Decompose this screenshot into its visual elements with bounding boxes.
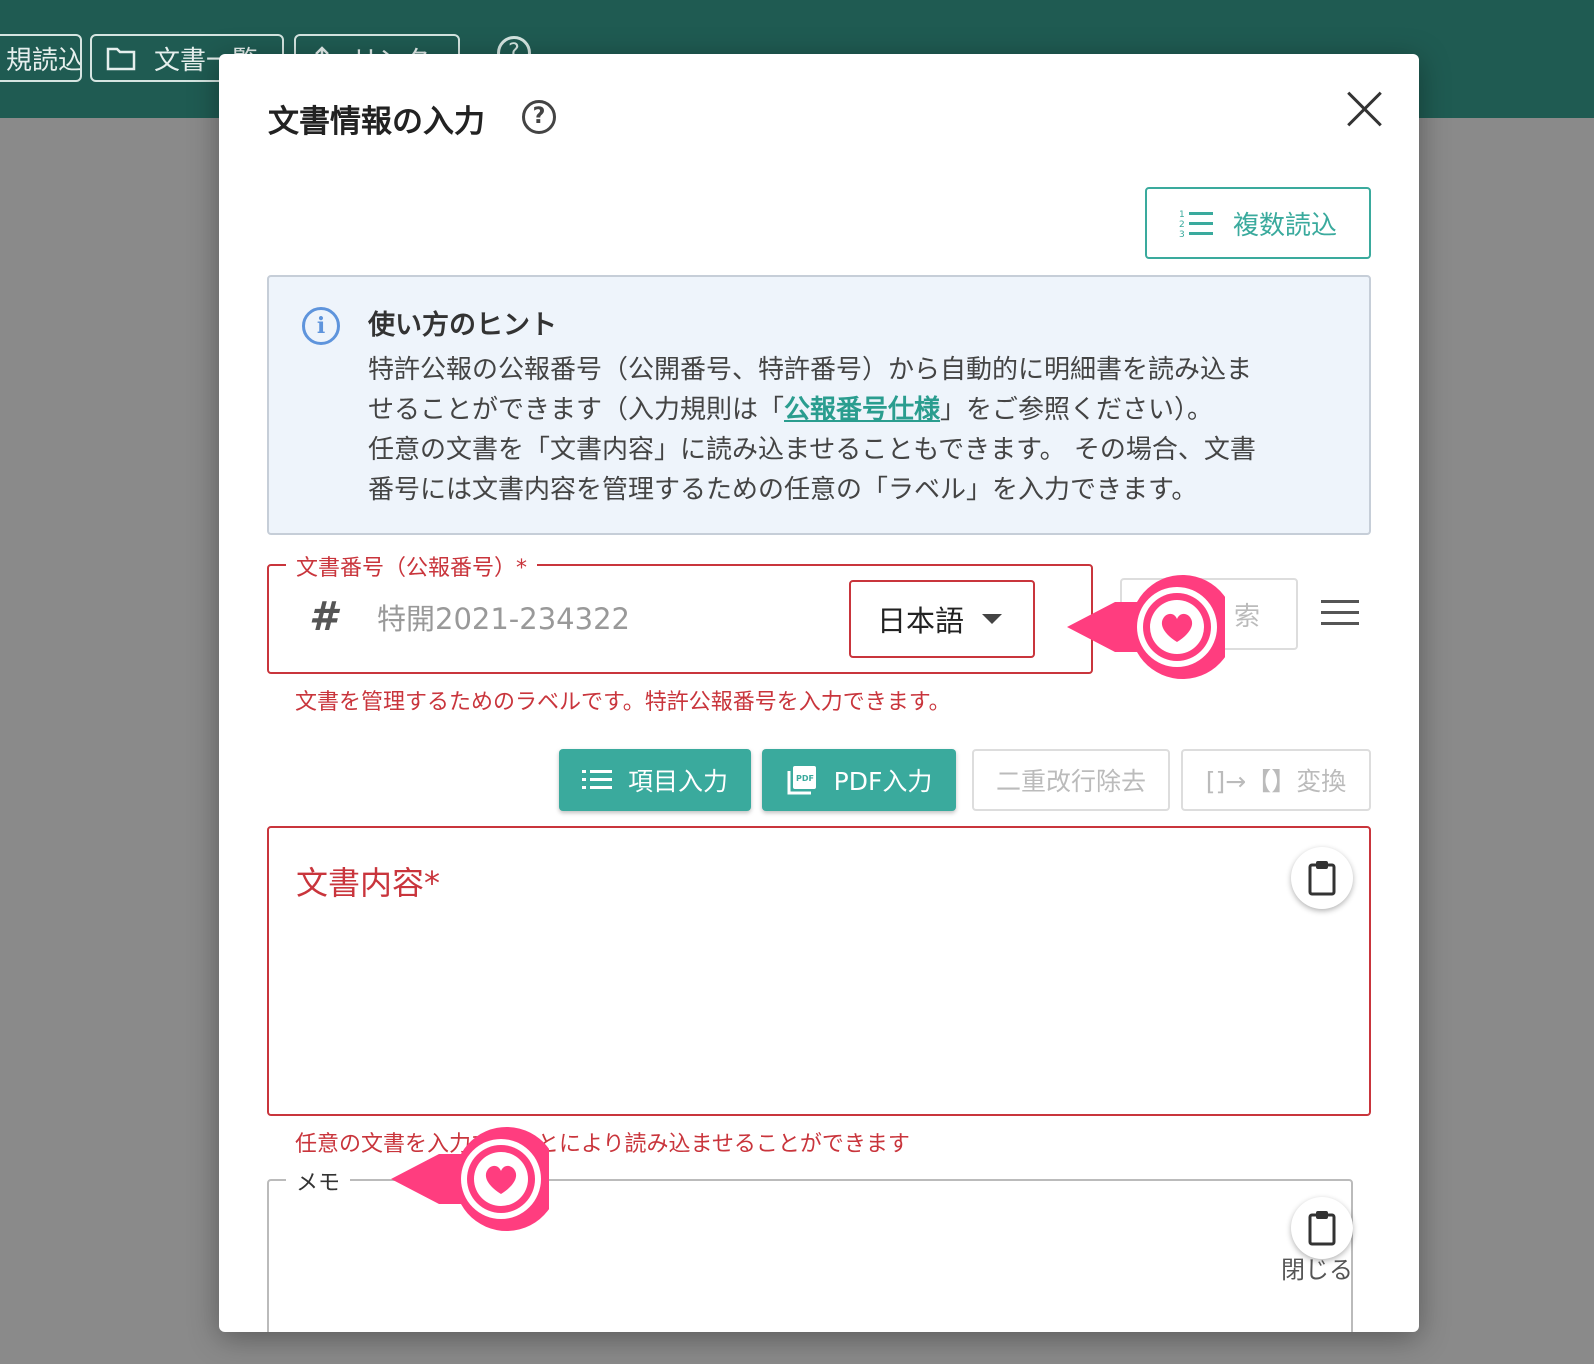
dialog-title: 文書情報の入力 [268,104,485,140]
list-icon [581,770,612,789]
pdf-icon: PDF [787,766,816,795]
hint-title: 使い方のヒント [368,310,557,341]
info-icon: i [302,307,340,345]
bg-load-label: 規読込 [6,45,82,76]
hint-text: せることができます（入力規則は「 [368,395,785,425]
close-button[interactable]: 閉じる [1281,1250,1353,1285]
heart-marker-icon [391,1127,549,1231]
bg-load-button[interactable]: 規読込 [0,34,82,82]
language-select[interactable]: 日本語 [849,580,1035,658]
doc-number-input[interactable] [377,594,837,644]
doc-number-field: 文書番号（公報番号）* # 日本語 [267,550,1093,674]
hint-body: 特許公報の公報番号（公開番号、特許番号）から自動的に明細書を読み込ま せることが… [368,350,1338,510]
remove-double-newline-label: 二重改行除去 [995,767,1146,796]
search-label: 索 [1233,601,1260,632]
hint-panel: i 使い方のヒント 特許公報の公報番号（公開番号、特許番号）から自動的に明細書を… [267,275,1371,535]
hint-line: 番号には文書内容を管理するための任意の「ラベル」を入力できます。 [368,475,1198,505]
content-label: 文書内容* [296,864,441,902]
remove-double-newline-button[interactable]: 二重改行除去 [972,749,1170,811]
folder-icon [106,47,136,71]
menu-icon[interactable] [1321,600,1359,626]
pdf-input-label: PDF入力 [833,767,933,796]
doc-number-helper: 文書を管理するためのラベルです。特許公報番号を入力できます。 [295,690,951,715]
svg-text:1: 1 [1179,210,1185,220]
heart-marker-icon [1067,575,1225,679]
doc-number-legend: 文書番号（公報番号）* [286,550,538,582]
hint-line: せることができます（入力規則は「公報番号仕様」をご参照ください）。 [368,390,1338,430]
svg-text:2: 2 [1179,220,1185,230]
clipboard-icon [1308,1211,1336,1246]
language-value: 日本語 [877,604,965,638]
close-icon[interactable] [1344,90,1384,130]
item-input-label: 項目入力 [627,767,728,796]
multi-load-label: 複数読込 [1232,210,1337,241]
chevron-down-icon [982,614,1003,624]
paste-button[interactable] [1291,847,1353,909]
clipboard-icon [1308,861,1336,896]
spec-link[interactable]: 公報番号仕様 [784,395,940,425]
hint-line: 特許公報の公報番号（公開番号、特許番号）から自動的に明細書を読み込ま [368,355,1253,385]
memo-legend: メモ [286,1165,351,1197]
pdf-input-button[interactable]: PDF PDF入力 [762,749,956,811]
content-helper: 任意の文書を入力することにより読み込ませることができます [295,1132,910,1157]
svg-text:PDF: PDF [796,774,814,783]
hint-text: 」をご参照ください）。 [940,395,1214,425]
bracket-convert-label: []→【】変換 [1205,767,1347,796]
document-info-dialog: 文書情報の入力 ? 1 2 3 複数読込 i 使い方のヒント 特許公報の公報番号… [219,54,1419,1332]
numbered-list-icon: 1 2 3 [1179,210,1213,238]
bracket-convert-button[interactable]: []→【】変換 [1181,749,1371,811]
help-icon[interactable]: ? [522,100,556,134]
content-field[interactable]: 文書内容* [267,826,1371,1116]
svg-text:3: 3 [1179,230,1185,238]
hash-icon: # [309,594,337,640]
item-input-button[interactable]: 項目入力 [559,749,751,811]
hint-line: 任意の文書を「文書内容」に読み込ませることもできます。 その場合、文書 [368,435,1256,465]
multi-load-button[interactable]: 1 2 3 複数読込 [1145,187,1371,259]
